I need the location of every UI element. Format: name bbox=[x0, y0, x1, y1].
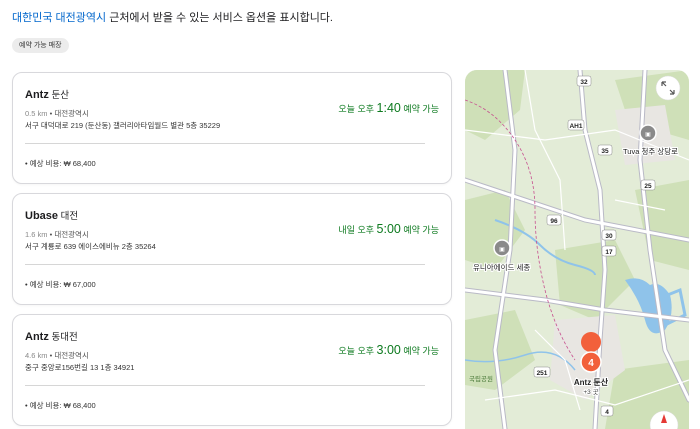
route-shield: 96 bbox=[550, 218, 558, 225]
store-distance: 1.6 km • 대전광역시 bbox=[25, 230, 89, 239]
route-shield: 30 bbox=[605, 233, 613, 240]
route-shield: AH1 bbox=[569, 123, 582, 130]
divider bbox=[25, 385, 425, 386]
store-name: Antz 동대전 bbox=[25, 331, 78, 343]
place-label: 국립공원 bbox=[469, 374, 493, 383]
store-distance: 0.5 km • 대전광역시 bbox=[25, 109, 89, 118]
store-card[interactable]: Ubase 대전 1.6 km • 대전광역시 서구 계룡로 639 에이스에비… bbox=[12, 193, 452, 305]
store-name: Ubase 대전 bbox=[25, 210, 79, 222]
store-map[interactable]: 32 AH1 35 25 96 30 17 251 4 ▣ Tuva 청주 상당… bbox=[465, 70, 689, 429]
svg-text:▣: ▣ bbox=[645, 132, 651, 138]
results-header: 대한민국 대전광역시 근처에서 받을 수 있는 서비스 옵션을 표시합니다. bbox=[12, 9, 333, 25]
filter-chip-bookable[interactable]: 예약 가능 매장 bbox=[12, 38, 69, 53]
divider bbox=[25, 264, 425, 265]
estimated-price: • 예상 비용: ₩ 68,400 bbox=[25, 401, 96, 410]
place-label: Antz 둔산 bbox=[574, 377, 609, 387]
place-label: +3 곳 bbox=[583, 388, 598, 396]
place-label: 유니아에이드 세종 bbox=[473, 262, 530, 272]
route-shield: 251 bbox=[537, 370, 548, 377]
store-address: 서구 대덕대로 219 (둔산동) 갤러리아타임월드 별관 5층 35229 bbox=[25, 121, 221, 130]
route-shield: 4 bbox=[605, 409, 609, 416]
estimated-price: • 예상 비용: ₩ 68,400 bbox=[25, 159, 96, 168]
store-address: 서구 계룡로 639 에이스에비뉴 2층 35264 bbox=[25, 242, 156, 251]
store-distance: 4.6 km • 대전광역시 bbox=[25, 351, 89, 360]
expand-icon[interactable] bbox=[655, 75, 681, 101]
availability-text: 오늘 오후 1:40 예약 가능 bbox=[338, 101, 439, 115]
store-card[interactable]: Antz 동대전 4.6 km • 대전광역시 중구 중앙로156번길 13 1… bbox=[12, 314, 452, 426]
estimated-price: • 예상 비용: ₩ 67,000 bbox=[25, 280, 96, 289]
place-label: Tuva 청주 상당로 bbox=[623, 146, 678, 156]
route-shield: 17 bbox=[605, 249, 613, 256]
route-shield: 35 bbox=[601, 148, 609, 155]
route-shield: 32 bbox=[580, 79, 588, 86]
store-address: 중구 중앙로156번길 13 1층 34921 bbox=[25, 363, 135, 372]
cluster-count: 4 bbox=[588, 358, 594, 369]
location-link[interactable]: 대한민국 대전광역시 bbox=[12, 12, 106, 24]
divider bbox=[25, 143, 425, 144]
svg-text:▣: ▣ bbox=[499, 247, 505, 253]
availability-text: 오늘 오후 3:00 예약 가능 bbox=[338, 343, 439, 357]
header-text: 근처에서 받을 수 있는 서비스 옵션을 표시합니다. bbox=[106, 12, 333, 24]
store-card[interactable]: Antz 둔산 0.5 km • 대전광역시 서구 대덕대로 219 (둔산동)… bbox=[12, 72, 452, 184]
store-name: Antz 둔산 bbox=[25, 89, 69, 101]
availability-text: 내일 오후 5:00 예약 가능 bbox=[338, 222, 439, 236]
route-shield: 25 bbox=[644, 183, 652, 190]
